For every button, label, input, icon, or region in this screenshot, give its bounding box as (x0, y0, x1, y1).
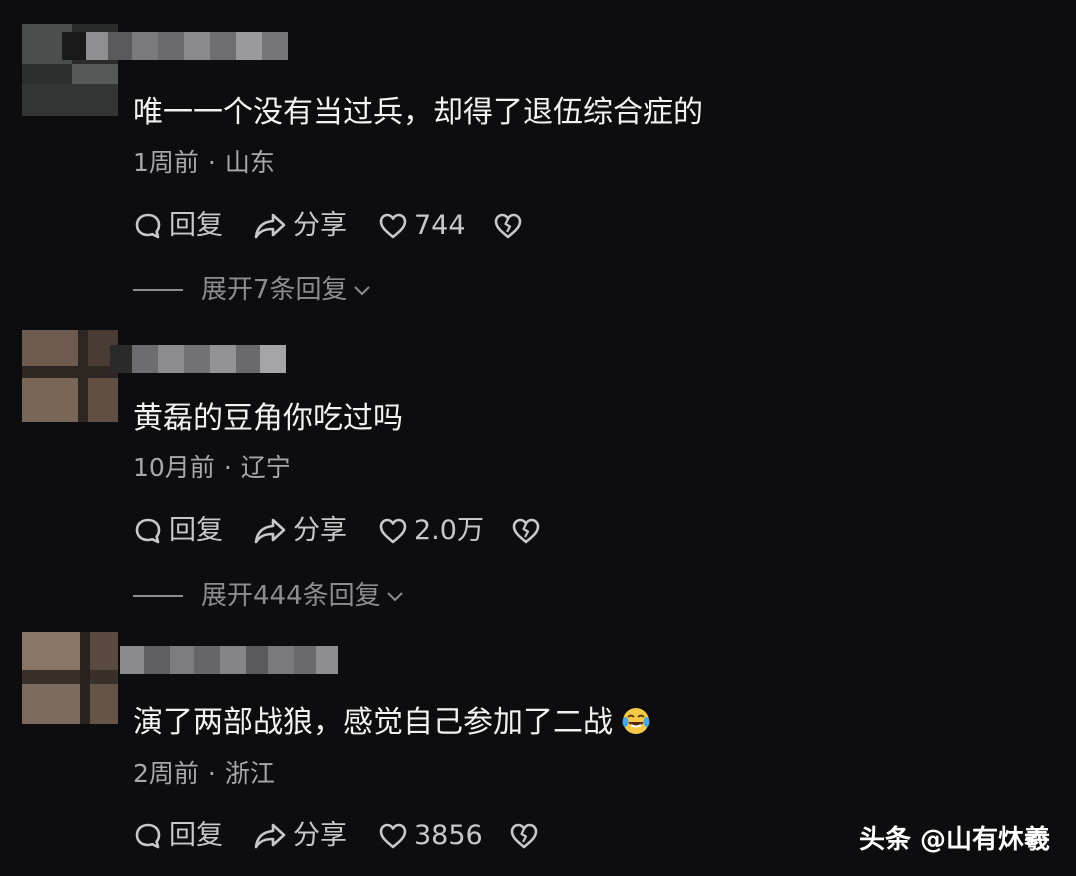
comment-actions: 回复 分享 2.0万 (133, 514, 553, 548)
like-count: 3856 (414, 820, 483, 851)
dislike-button[interactable] (509, 819, 545, 853)
comment-location: 浙江 (224, 759, 275, 788)
comment-time: 1周前 (133, 148, 199, 177)
share-button[interactable]: 分享 (253, 514, 347, 548)
comment-actions: 回复 分享 3856 (133, 819, 553, 853)
dislike-button[interactable] (511, 514, 547, 548)
broken-heart-icon (512, 518, 540, 544)
share-label: 分享 (293, 210, 347, 241)
comment-text: 黄磊的豆角你吃过吗 (133, 401, 403, 436)
comment-time: 2周前 (133, 759, 199, 788)
comment-text-content: 演了两部战狼，感觉自己参加了二战 (133, 705, 613, 740)
username-blurred[interactable] (62, 32, 288, 60)
comment-text: 唯一一个没有当过兵，却得了退伍综合症的 (133, 95, 703, 130)
dislike-button[interactable] (493, 209, 529, 243)
username-blurred[interactable] (110, 345, 286, 373)
divider-line (133, 595, 183, 597)
reply-button[interactable]: 回复 (133, 514, 223, 548)
share-label: 分享 (293, 820, 347, 851)
comment-meta: 2周前 · 浙江 (133, 759, 275, 789)
expand-replies[interactable]: 展开7条回复 (133, 275, 372, 305)
reply-label: 回复 (169, 210, 223, 241)
like-count: 2.0万 (414, 515, 484, 546)
speech-bubble-icon (135, 213, 161, 239)
chevron-down-icon (386, 592, 403, 602)
avatar[interactable] (22, 632, 118, 724)
share-arrow-icon (254, 213, 286, 239)
share-label: 分享 (293, 515, 347, 546)
share-button[interactable]: 分享 (253, 819, 347, 853)
like-button[interactable]: 3856 (378, 819, 483, 853)
share-arrow-icon (254, 518, 286, 544)
comment-location: 山东 (224, 148, 275, 177)
chevron-down-icon (353, 286, 370, 296)
heart-icon (379, 518, 407, 544)
expand-replies[interactable]: 展开444条回复 (133, 581, 405, 611)
heart-icon (379, 213, 407, 239)
comment-meta: 10月前 · 辽宁 (133, 453, 291, 483)
expand-replies-label: 展开7条回复 (201, 275, 348, 305)
meta-separator: · (207, 148, 216, 177)
like-button[interactable]: 744 (378, 209, 466, 243)
laughing-crying-emoji-icon (622, 708, 650, 734)
heart-icon (379, 823, 407, 849)
broken-heart-icon (510, 823, 538, 849)
speech-bubble-icon (135, 518, 161, 544)
reply-button[interactable]: 回复 (133, 209, 223, 243)
like-count: 744 (414, 210, 466, 241)
share-arrow-icon (254, 823, 286, 849)
avatar[interactable] (22, 330, 118, 422)
comment-meta: 1周前 · 山东 (133, 148, 275, 178)
comment-item: 唯一一个没有当过兵，却得了退伍综合症的 1周前 · 山东 回复 分享 744 展开7… (0, 0, 1076, 320)
broken-heart-icon (494, 213, 522, 239)
meta-separator: · (223, 453, 232, 482)
comment-time: 10月前 (133, 453, 215, 482)
reply-button[interactable]: 回复 (133, 819, 223, 853)
comment-location: 辽宁 (240, 453, 291, 482)
reply-label: 回复 (169, 820, 223, 851)
watermark: 头条 @山有炑羲 (858, 825, 1050, 855)
username-blurred[interactable] (120, 646, 338, 674)
expand-replies-label: 展开444条回复 (201, 581, 381, 611)
reply-label: 回复 (169, 515, 223, 546)
meta-separator: · (207, 759, 216, 788)
comment-text: 演了两部战狼，感觉自己参加了二战 (133, 704, 651, 742)
speech-bubble-icon (135, 823, 161, 849)
comment-item: 黄磊的豆角你吃过吗 10月前 · 辽宁 回复 分享 2.0万 展开444条回复 (0, 320, 1076, 620)
share-button[interactable]: 分享 (253, 209, 347, 243)
like-button[interactable]: 2.0万 (378, 514, 484, 548)
divider-line (133, 289, 183, 291)
comment-actions: 回复 分享 744 (133, 209, 553, 243)
